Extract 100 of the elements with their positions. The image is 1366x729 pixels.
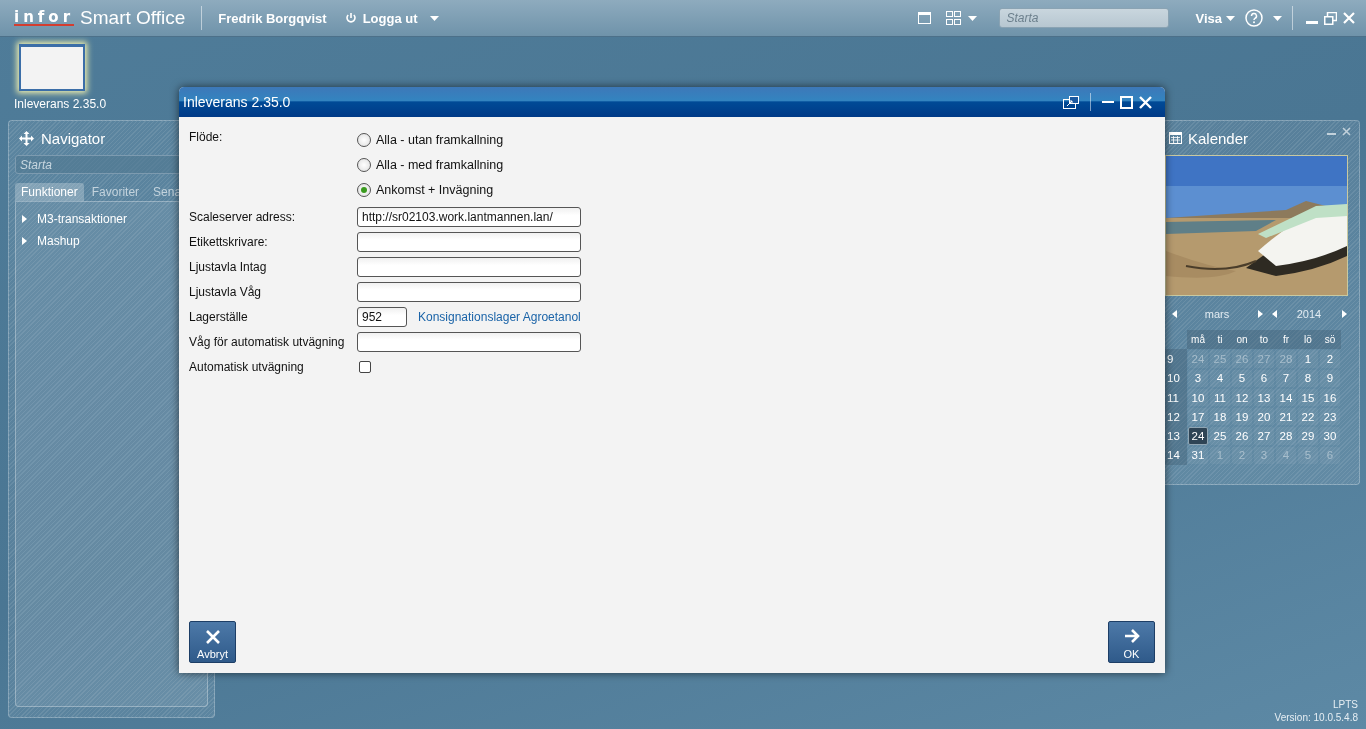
calendar-day[interactable]: 8 xyxy=(1298,369,1318,387)
panel-title: Kalender xyxy=(1188,129,1249,147)
caret-icon xyxy=(1226,15,1235,21)
calendar-day[interactable]: 27 xyxy=(1254,350,1274,368)
calendar-day[interactable]: 3 xyxy=(1188,369,1208,387)
calendar-day[interactable]: 5 xyxy=(1298,446,1318,465)
week-number: 13 xyxy=(1165,426,1187,446)
calendar-day[interactable]: 4 xyxy=(1276,446,1296,465)
panel-tab[interactable]: Favoriter xyxy=(85,183,146,201)
weekday-label: sö xyxy=(1319,330,1341,350)
input-field[interactable] xyxy=(357,231,581,252)
calendar-day[interactable]: 5 xyxy=(1232,369,1252,387)
calendar-day[interactable]: 26 xyxy=(1232,427,1252,445)
help-icon[interactable] xyxy=(1245,9,1263,27)
calendar-day[interactable]: 25 xyxy=(1210,350,1230,368)
calendar-day[interactable]: 7 xyxy=(1276,369,1296,387)
calendar-day[interactable]: 1 xyxy=(1298,350,1318,368)
search-field[interactable]: Starta xyxy=(999,8,1170,28)
calendar-day[interactable]: 26 xyxy=(1232,350,1252,368)
field-label: Flöde: xyxy=(189,129,224,144)
calendar-day[interactable]: 20 xyxy=(1254,408,1274,426)
field-label: Lagerställe xyxy=(189,309,249,324)
calendar-day[interactable]: 9 xyxy=(1320,369,1340,387)
field-label: Etikettskrivare: xyxy=(189,234,269,249)
tree-item[interactable]: M3-transaktioner xyxy=(37,212,128,226)
calendar-day[interactable]: 23 xyxy=(1320,408,1340,426)
week-number: 9 xyxy=(1165,349,1187,369)
server-name: LPTS xyxy=(1333,699,1358,710)
calendar-day[interactable]: 22 xyxy=(1298,408,1318,426)
left-arrow-icon xyxy=(1171,310,1177,318)
left-arrow-icon xyxy=(1271,310,1277,318)
minimize-icon[interactable] xyxy=(1102,100,1114,104)
weekday-label: on xyxy=(1231,330,1253,350)
week-number: 12 xyxy=(1165,407,1187,427)
calendar-day[interactable]: 15 xyxy=(1298,388,1318,407)
calendar-day[interactable]: 21 xyxy=(1276,408,1296,426)
logout-button[interactable]: Logga ut xyxy=(344,10,439,26)
calendar-day[interactable]: 6 xyxy=(1320,446,1340,465)
input-field[interactable] xyxy=(357,281,581,302)
ok-button[interactable]: OK xyxy=(1108,621,1155,663)
version-text: Version: 10.0.5.4.8 xyxy=(1274,712,1358,723)
radio-label: Alla - utan framkallning xyxy=(376,132,504,147)
calendar-day[interactable]: 25 xyxy=(1210,427,1230,445)
right-arrow-icon xyxy=(1257,310,1263,318)
calendar-day[interactable]: 29 xyxy=(1298,427,1318,445)
radio-label: Ankomst + Invägning xyxy=(376,182,494,197)
calendar-day[interactable]: 18 xyxy=(1210,408,1230,426)
calendar-day[interactable]: 31 xyxy=(1188,446,1208,465)
calendar-day[interactable]: 14 xyxy=(1276,388,1296,407)
calendar-day[interactable]: 16 xyxy=(1320,388,1340,407)
calendar-day[interactable]: 30 xyxy=(1320,427,1340,445)
maximize-icon[interactable] xyxy=(1120,95,1133,109)
month-label: mars xyxy=(1203,308,1231,320)
calendar-day[interactable]: 6 xyxy=(1254,369,1274,387)
calendar-day[interactable]: 13 xyxy=(1254,388,1274,407)
calendar-day[interactable]: 28 xyxy=(1276,350,1296,368)
tree-item[interactable]: Mashup xyxy=(37,234,80,248)
radio-button[interactable] xyxy=(357,132,371,147)
field-label: Ljustavla Intag xyxy=(189,259,268,274)
field-label: Ljustavla Våg xyxy=(189,284,263,299)
panel-title: Navigator xyxy=(41,129,106,147)
user-name: Fredrik Borgqvist xyxy=(218,10,327,26)
weekday-label: må xyxy=(1187,330,1209,350)
calendar-day[interactable]: 19 xyxy=(1232,408,1252,426)
calendar-day[interactable]: 4 xyxy=(1210,369,1230,387)
radio-button[interactable] xyxy=(357,182,371,197)
input-field[interactable]: http://sr02103.work.lantmannen.lan/ xyxy=(357,206,581,227)
calendar-day[interactable]: 28 xyxy=(1276,427,1296,445)
calendar-day[interactable]: 24 xyxy=(1188,427,1208,445)
calendar-day[interactable]: 17 xyxy=(1188,408,1208,426)
radio-button[interactable] xyxy=(357,157,371,172)
calendar-day[interactable]: 12 xyxy=(1232,388,1252,407)
calendar-day[interactable]: 24 xyxy=(1188,350,1208,368)
input-field[interactable]: 952 xyxy=(357,306,407,327)
radio-label: Alla - med framkallning xyxy=(376,157,504,172)
restore-icon[interactable] xyxy=(1324,11,1337,25)
week-number: 14 xyxy=(1165,445,1187,466)
window-icon[interactable] xyxy=(918,12,932,24)
calendar-day[interactable]: 2 xyxy=(1320,350,1340,368)
view-menu[interactable]: Visa xyxy=(1195,10,1235,26)
product-name: Smart Office xyxy=(80,7,186,29)
caret-icon xyxy=(1273,15,1282,21)
calendar-icon xyxy=(1169,132,1182,144)
grid-icon[interactable] xyxy=(946,11,962,25)
window-thumbnail[interactable] xyxy=(19,44,85,91)
checkbox[interactable] xyxy=(359,360,371,373)
panel-tab[interactable]: Funktioner xyxy=(15,183,84,201)
warehouse-link[interactable]: Konsignationslager Agroetanol xyxy=(418,309,581,324)
cancel-button[interactable]: Avbryt xyxy=(189,621,236,663)
calendar-day[interactable]: 11 xyxy=(1210,388,1230,407)
input-field[interactable] xyxy=(357,256,581,277)
calendar-day[interactable]: 10 xyxy=(1188,388,1208,407)
popout-icon[interactable] xyxy=(1063,95,1079,109)
input-field[interactable] xyxy=(357,331,581,352)
caret-icon xyxy=(429,15,439,21)
calendar-day[interactable]: 1 xyxy=(1210,446,1230,465)
arrow-right-icon xyxy=(1123,628,1140,644)
move-icon xyxy=(19,130,34,146)
calendar-day[interactable]: 27 xyxy=(1254,427,1274,445)
field-label: Automatisk utvägning xyxy=(189,359,305,374)
